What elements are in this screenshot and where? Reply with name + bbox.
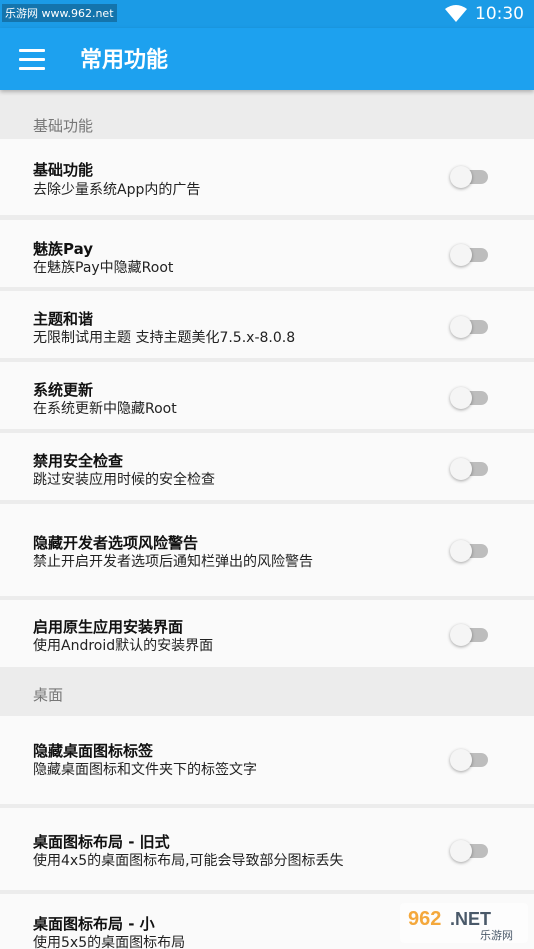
setting-title: 基础功能 — [33, 161, 94, 179]
setting-title: 桌面图标布局 - 旧式 — [33, 833, 170, 851]
toggle-switch[interactable] — [450, 316, 488, 338]
setting-subtitle: 跳过安装应用时候的安全检查 — [33, 472, 215, 488]
page-title: 常用功能 — [80, 48, 169, 73]
wifi-icon — [445, 5, 467, 23]
setting-title: 魅族Pay — [33, 240, 94, 258]
setting-subtitle: 使用5x5的桌面图标布局 — [33, 935, 186, 949]
setting-title: 禁用安全检查 — [33, 452, 124, 470]
toggle-switch[interactable] — [450, 458, 488, 480]
clock: 10:30 — [475, 4, 524, 24]
toggle-switch[interactable] — [450, 749, 488, 771]
toggle-switch[interactable] — [450, 244, 488, 266]
setting-row-theme[interactable]: 主题和谐 无限制试用主题 支持主题美化7.5.x-8.0.8 — [0, 291, 534, 358]
setting-title: 隐藏桌面图标标签 — [33, 742, 154, 760]
toggle-switch[interactable] — [450, 624, 488, 646]
setting-subtitle: 禁止开启开发者选项后通知栏弹出的风险警告 — [33, 554, 313, 570]
site-watermark: 乐游网 www.962.net — [2, 4, 117, 22]
svg-text:962: 962 — [408, 908, 441, 930]
setting-row-basic[interactable]: 基础功能 去除少量系统App内的广告 — [0, 139, 534, 215]
setting-subtitle: 去除少量系统App内的广告 — [33, 182, 201, 198]
setting-title: 系统更新 — [33, 381, 94, 399]
setting-row-dev-warning[interactable]: 隐藏开发者选项风险警告 禁止开启开发者选项后通知栏弹出的风险警告 — [0, 504, 534, 596]
toggle-switch[interactable] — [450, 166, 488, 188]
setting-row-native-installer[interactable]: 启用原生应用安装界面 使用Android默认的安装界面 — [0, 600, 534, 667]
setting-title: 桌面图标布局 - 小 — [33, 915, 155, 933]
setting-subtitle: 在魅族Pay中隐藏Root — [33, 260, 174, 276]
status-bar: 乐游网 www.962.net 10:30 — [0, 0, 534, 28]
setting-row-hide-labels[interactable]: 隐藏桌面图标标签 隐藏桌面图标和文件夹下的标签文字 — [0, 716, 534, 804]
setting-row-meizu-pay[interactable]: 魅族Pay 在魅族Pay中隐藏Root — [0, 220, 534, 287]
app-bar: 常用功能 — [0, 28, 534, 90]
setting-title: 启用原生应用安装界面 — [33, 618, 184, 636]
setting-row-layout-old[interactable]: 桌面图标布局 - 旧式 使用4x5的桌面图标布局,可能会导致部分图标丢失 — [0, 808, 534, 890]
svg-text:乐游网: 乐游网 — [480, 929, 513, 942]
settings-list[interactable]: 基础功能 基础功能 去除少量系统App内的广告 魅族Pay 在魅族Pay中隐藏R… — [0, 90, 534, 949]
toggle-switch[interactable] — [450, 840, 488, 862]
setting-subtitle: 在系统更新中隐藏Root — [33, 401, 177, 417]
setting-subtitle: 使用Android默认的安装界面 — [33, 638, 214, 654]
setting-row-system-update[interactable]: 系统更新 在系统更新中隐藏Root — [0, 362, 534, 429]
setting-subtitle: 隐藏桌面图标和文件夹下的标签文字 — [33, 762, 257, 778]
toggle-switch[interactable] — [450, 540, 488, 562]
svg-text:.NET: .NET — [450, 909, 491, 929]
setting-subtitle: 使用4x5的桌面图标布局,可能会导致部分图标丢失 — [33, 853, 344, 869]
setting-subtitle: 无限制试用主题 支持主题美化7.5.x-8.0.8 — [33, 330, 296, 346]
setting-row-security-check[interactable]: 禁用安全检查 跳过安装应用时候的安全检查 — [0, 433, 534, 500]
section-header-label: 基础功能 — [33, 117, 94, 135]
site-logo-watermark: 962 .NET 乐游网 — [400, 903, 528, 943]
section-header-label: 桌面 — [33, 686, 64, 704]
section-header-desktop: 桌面 — [0, 667, 534, 715]
setting-title: 主题和谐 — [33, 310, 94, 328]
toggle-switch[interactable] — [450, 387, 488, 409]
section-header-basic: 基础功能 — [0, 90, 534, 135]
menu-icon[interactable] — [14, 43, 50, 75]
setting-title: 隐藏开发者选项风险警告 — [33, 534, 199, 552]
